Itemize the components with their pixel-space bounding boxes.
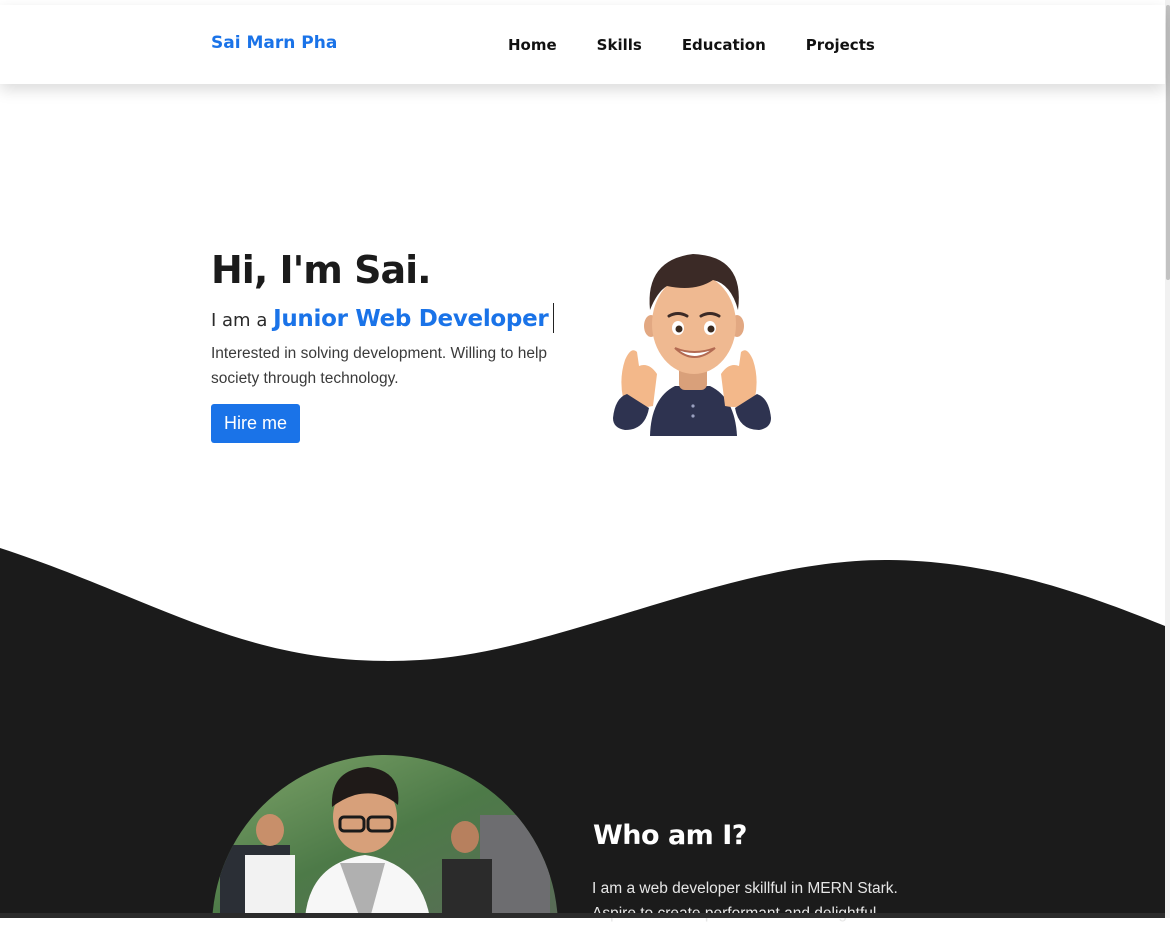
hero-role-typed-text: Junior Web Developer [273, 306, 549, 332]
hero-title: Hi, I'm Sai. [211, 248, 432, 292]
profile-photo [212, 755, 558, 918]
about-title: Who am I? [593, 820, 747, 851]
navbar: Sai Marn Pha Home Skills Education Proje… [0, 5, 1165, 84]
nav-link-education[interactable]: Education [682, 36, 766, 54]
nav-link-home[interactable]: Home [508, 36, 557, 54]
hero-subtitle-prefix: I am a [211, 310, 268, 331]
wave-divider [0, 548, 1165, 918]
nav-link-skills[interactable]: Skills [597, 36, 642, 54]
brand-logo[interactable]: Sai Marn Pha [211, 33, 337, 53]
thumbs-up-memoji-icon [613, 254, 771, 436]
typing-cursor [553, 303, 555, 333]
scrollbar-thumb[interactable] [1166, 5, 1170, 280]
hero-description: Interested in solving development. Willi… [211, 345, 548, 387]
nav-link-projects[interactable]: Projects [806, 36, 875, 54]
window-bottom-edge [0, 913, 1165, 918]
about-text: I am a web developer skillful in MERN St… [592, 880, 898, 922]
hero-subtitle: I am a Junior Web Developer [211, 303, 555, 333]
nav-links: Home Skills Education Projects [508, 36, 875, 54]
hire-me-button[interactable]: Hire me [211, 404, 300, 443]
